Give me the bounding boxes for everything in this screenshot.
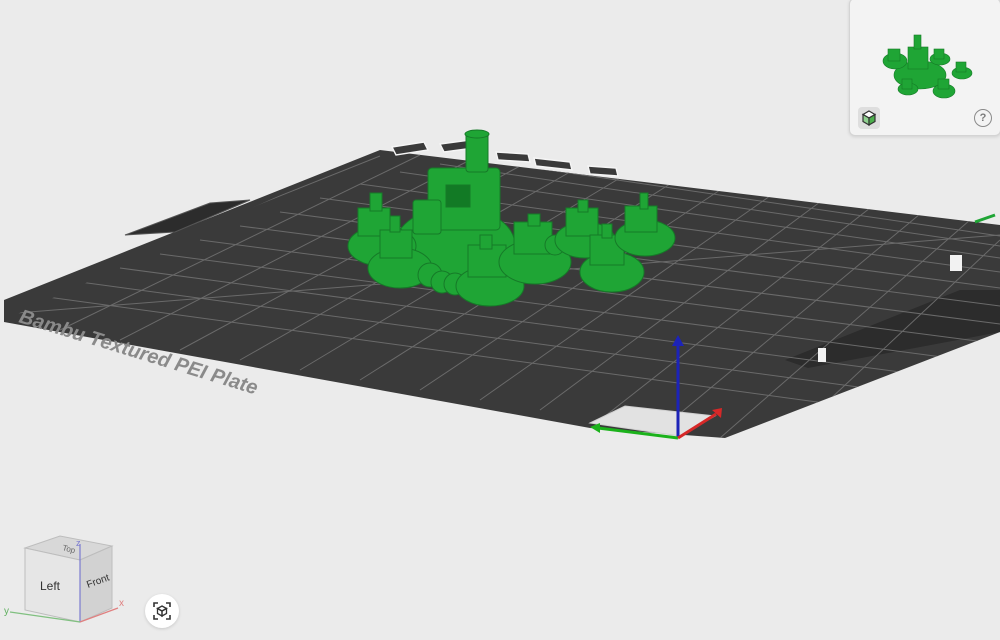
- view-cube-left-label: Left: [40, 579, 61, 593]
- fit-view-button[interactable]: [145, 594, 179, 628]
- help-icon[interactable]: ?: [974, 109, 992, 127]
- cube-view-icon[interactable]: [858, 107, 880, 129]
- view-cube[interactable]: Left Front Top z x y: [0, 530, 140, 640]
- view-cube-axis-z: z: [76, 538, 81, 548]
- thumbnail-panel: ?: [849, 0, 1000, 136]
- view-cube-axis-x: x: [119, 598, 124, 609]
- view-cube-axis-y: y: [4, 606, 9, 617]
- fit-view-icon: [153, 602, 171, 620]
